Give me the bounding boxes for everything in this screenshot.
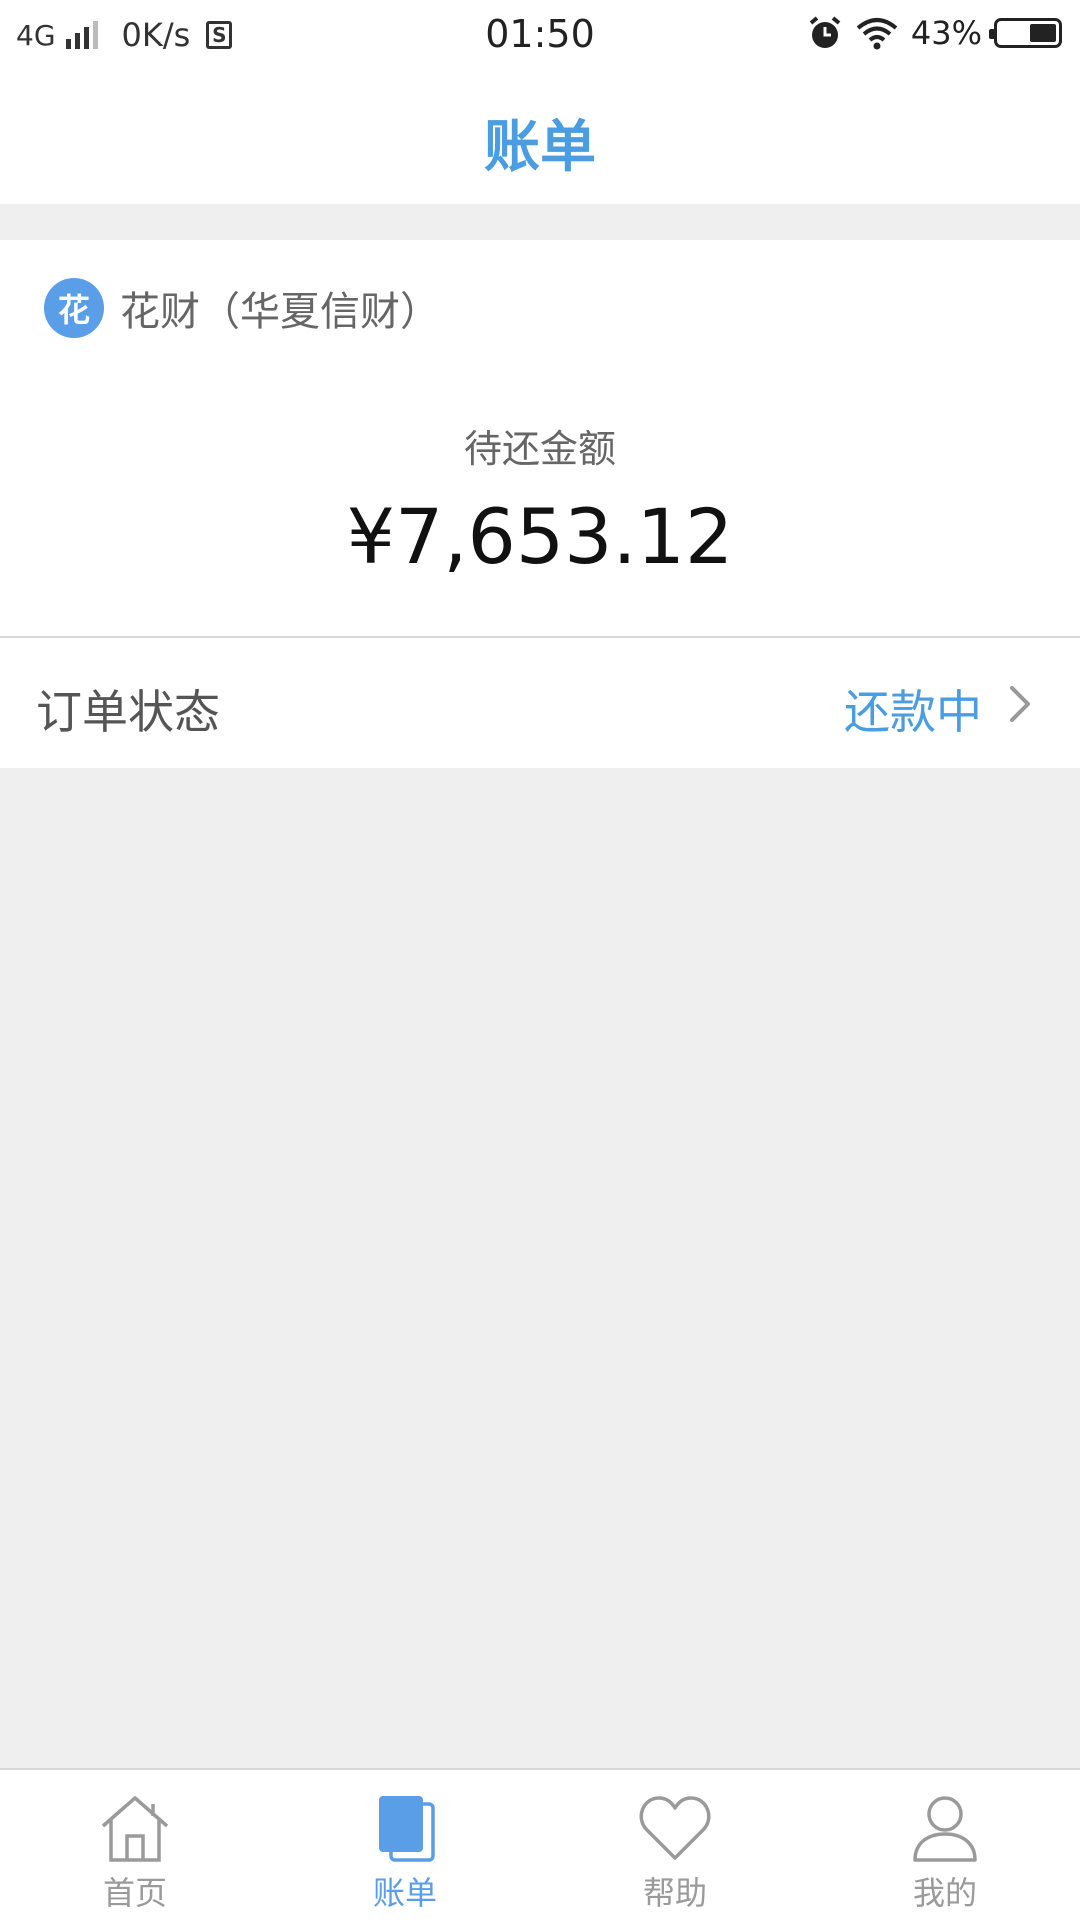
tab-mine[interactable]: 我的: [810, 1770, 1080, 1920]
tab-label-help: 帮助: [642, 1874, 707, 1912]
tab-label-mine: 我的: [912, 1874, 977, 1912]
status-right: 43%: [807, 14, 1062, 52]
lender-name: 花财（华夏信财）: [120, 289, 440, 335]
heart-icon: [639, 1796, 711, 1860]
amount-value: ¥7,653.12: [346, 492, 734, 581]
tab-label-home: 首页: [102, 1874, 167, 1912]
tab-label-bill: 账单: [372, 1874, 437, 1912]
bill-card: 花 花财（华夏信财） 待还金额 ¥7,653.12: [0, 240, 1080, 638]
page-title: 账单: [484, 115, 596, 180]
home-icon: [101, 1796, 169, 1862]
order-status-value: 还款中: [844, 685, 982, 739]
chevron-right-icon: [1010, 686, 1030, 722]
battery-icon: [989, 18, 1062, 48]
nav-header: 账单: [0, 76, 1080, 204]
order-status-label: 订单状态: [36, 685, 220, 739]
amount-label: 待还金额: [463, 427, 616, 471]
user-icon: [913, 1796, 977, 1862]
bill-icon: [379, 1796, 435, 1862]
order-status-row[interactable]: 订单状态 还款中: [0, 638, 1080, 768]
status-bar: 4G 0K/s S 01:50 43%: [0, 0, 1080, 76]
lender-badge-icon: 花: [44, 278, 104, 338]
lender-row: 花 花财（华夏信财）: [44, 278, 440, 338]
tab-bar: 首页 账单 帮助 我的: [0, 1768, 1080, 1920]
tab-bill[interactable]: 账单: [270, 1770, 540, 1920]
wifi-icon: [856, 18, 898, 50]
screen: 4G 0K/s S 01:50 43% 账单 花 花财（华夏信财） 待还金额 ¥…: [0, 0, 1080, 1920]
tab-help[interactable]: 帮助: [540, 1770, 810, 1920]
tab-home[interactable]: 首页: [0, 1770, 270, 1920]
battery-percent: 43%: [910, 14, 982, 52]
alarm-icon: [809, 16, 841, 48]
